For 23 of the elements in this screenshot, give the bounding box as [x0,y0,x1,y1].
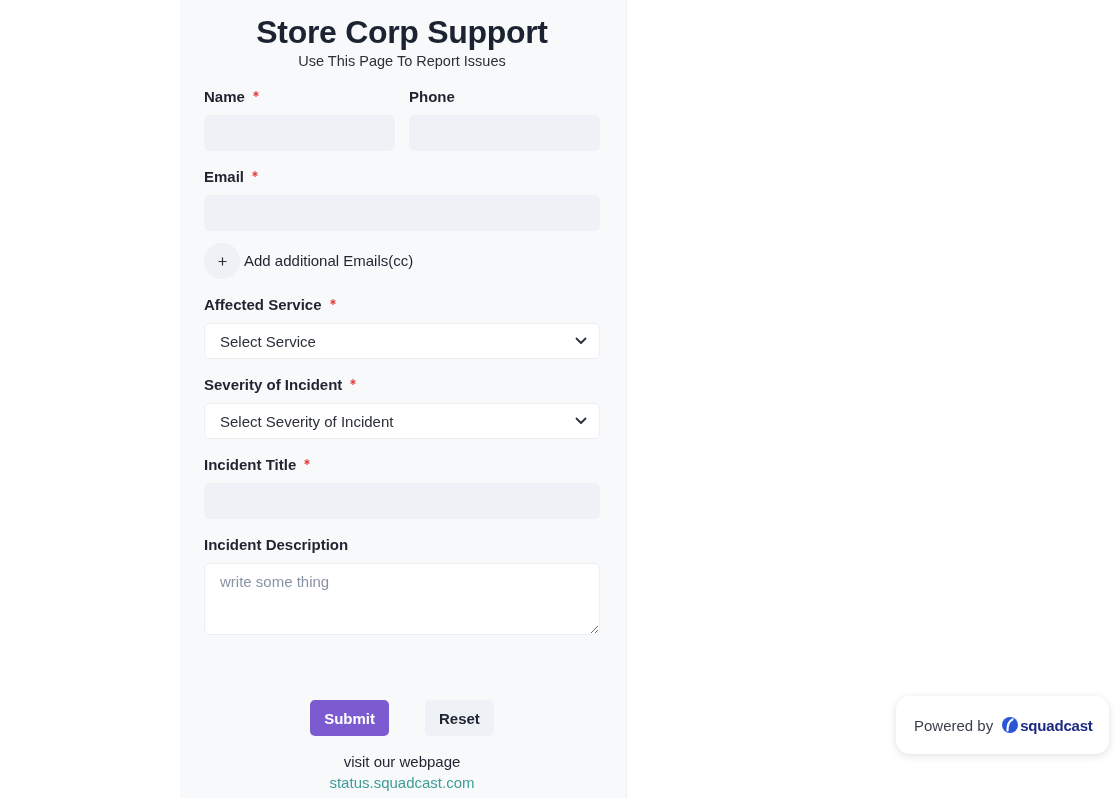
add-email-button[interactable] [204,243,240,279]
dropdown[interactable]: Select Service [204,323,600,359]
field-label: Severity of Incident [204,375,343,395]
page-subtitle: Use This Page To Report Issues [297,52,507,70]
powered-by-text: Powered by [914,716,994,734]
dropdown[interactable]: Select Severity of Incident [204,403,600,439]
field-label: Incident Description [204,535,349,555]
field-label: Phone [409,87,455,107]
add-email-label: Add additional Emails(cc) [244,251,414,271]
textarea-field[interactable]: write some thing [204,563,600,635]
chevron-down-icon [575,337,587,345]
plus-icon [217,256,227,266]
brand-name: squadcast [1020,716,1093,734]
field-label: Name [204,87,245,107]
submit-button[interactable]: Submit [310,700,389,736]
reset-button[interactable]: Reset [425,700,494,736]
page-title: Store Corp Support [255,13,549,52]
field-label: Affected Service [204,295,322,315]
field-label: Incident Title [204,455,297,475]
chevron-down-icon [575,417,587,425]
footer-text: visit our webpage [343,752,461,771]
field-label: Email [204,167,245,187]
logo-icon [1002,717,1019,733]
